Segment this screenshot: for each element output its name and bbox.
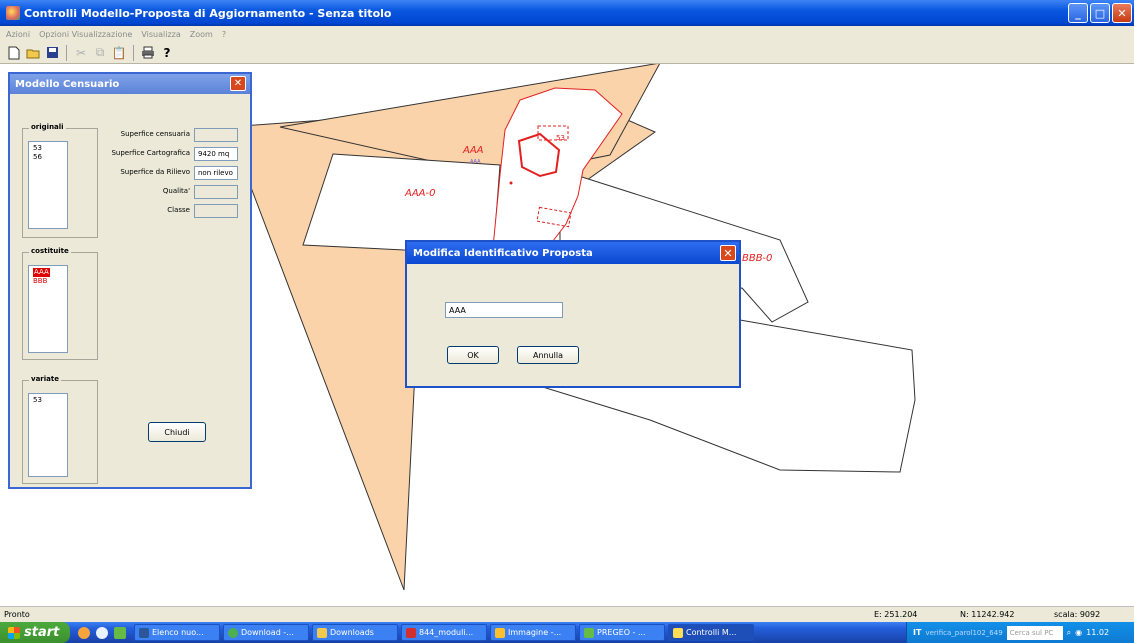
- variate-group: variate 53: [22, 375, 98, 484]
- menu-opzioni-visualizzazione[interactable]: Opzioni Visualizzazione: [39, 30, 132, 39]
- taskbar: start Elenco nuo... Download -... Downlo…: [0, 622, 1134, 643]
- list-item-selected[interactable]: AAA: [33, 268, 50, 277]
- dialog-title: Modifica Identificativo Proposta: [413, 247, 593, 259]
- status-scala: scala: 9092: [1054, 610, 1101, 619]
- status-n-coordinate: N: 11242.942: [960, 610, 1015, 619]
- taskbar-item-pregeo[interactable]: PREGEO - ...: [579, 624, 665, 641]
- modello-censuario-panel: Modello Censuario ✕ originali 53 56 Supe…: [8, 72, 252, 489]
- quicklaunch-pregeo-icon[interactable]: [114, 626, 126, 639]
- label-53: 53: [556, 134, 565, 142]
- list-item[interactable]: 56: [33, 153, 63, 162]
- maximize-button[interactable]: □: [1090, 3, 1110, 23]
- copy-icon[interactable]: ⧉: [92, 45, 108, 61]
- field-superfice-rilievo: non rilevo: [194, 166, 238, 180]
- dialog-close-button[interactable]: ✕: [720, 245, 736, 261]
- paste-icon[interactable]: 📋: [111, 45, 127, 61]
- minimize-button[interactable]: _: [1068, 3, 1088, 23]
- tray-search-input[interactable]: Cerca sul PC: [1006, 625, 1063, 640]
- clock: 11.02: [1086, 628, 1110, 637]
- paint-icon: [495, 627, 505, 638]
- status-text: Pronto: [4, 610, 30, 619]
- originali-label: originali: [29, 123, 66, 131]
- tray-file-label: verifica_parol102_649: [925, 628, 1003, 637]
- modifica-identificativo-dialog: Modifica Identificativo Proposta ✕ AAA O…: [405, 240, 741, 388]
- annulla-button[interactable]: Annulla: [517, 346, 579, 364]
- costituite-group: costituite AAA BBB: [22, 247, 98, 360]
- close-button[interactable]: ✕: [1112, 3, 1132, 23]
- costituite-label: costituite: [29, 247, 71, 255]
- save-disk-icon[interactable]: [44, 45, 60, 61]
- taskbar-item-downloads[interactable]: Downloads: [312, 624, 398, 641]
- list-item[interactable]: 53: [33, 396, 63, 405]
- menu-help[interactable]: ?: [222, 30, 226, 39]
- pregeo-icon: [584, 627, 594, 638]
- controlli-icon: [673, 627, 683, 638]
- variate-list[interactable]: 53: [28, 393, 68, 477]
- start-button[interactable]: start: [0, 622, 70, 643]
- toolbar-separator: [133, 44, 134, 61]
- language-indicator[interactable]: IT: [913, 628, 921, 637]
- variate-label: variate: [29, 375, 61, 383]
- folder-icon: [317, 627, 327, 638]
- statusbar: Pronto E: 251.204 N: 11242.942 scala: 90…: [0, 606, 1134, 622]
- label-aaa-small: AAA: [470, 159, 481, 165]
- menu-azioni[interactable]: Azioni: [6, 30, 30, 39]
- app-icon: [6, 6, 20, 20]
- chrome-icon: [228, 627, 238, 638]
- chiudi-button[interactable]: Chiudi: [148, 422, 206, 442]
- panel-close-button[interactable]: ✕: [230, 76, 246, 91]
- pdf-icon: [406, 627, 416, 638]
- word-icon: [139, 627, 149, 638]
- field-superfice-cartografica: 9420 mq: [194, 147, 238, 161]
- field-qualita: [194, 185, 238, 199]
- quicklaunch-browser-icon[interactable]: [96, 626, 108, 639]
- quicklaunch-app-icon[interactable]: [78, 626, 90, 639]
- cut-icon[interactable]: ✂: [73, 45, 89, 61]
- originali-list[interactable]: 53 56: [28, 141, 68, 229]
- list-item[interactable]: BBB: [33, 277, 63, 286]
- open-folder-icon[interactable]: [25, 45, 41, 61]
- field-label-superfice-rilievo: Superfice da Rilievo: [120, 168, 190, 176]
- start-label: start: [24, 625, 60, 640]
- field-label-superfice-censuaria: Superfice censuaria: [120, 130, 190, 138]
- menu-visualizza[interactable]: Visualizza: [141, 30, 180, 39]
- menu-zoom[interactable]: Zoom: [190, 30, 213, 39]
- costituite-list[interactable]: AAA BBB: [28, 265, 68, 353]
- label-aaa-0: AAA-0: [404, 188, 436, 199]
- field-label-qualita: Qualita': [162, 187, 190, 195]
- field-superfice-censuaria: [194, 128, 238, 142]
- menubar: Azioni Opzioni Visualizzazione Visualizz…: [0, 26, 1134, 42]
- panel-title: Modello Censuario: [15, 78, 120, 90]
- window-titlebar: Controlli Modello-Proposta di Aggiorname…: [0, 0, 1134, 26]
- taskbar-item-download[interactable]: Download -...: [223, 624, 309, 641]
- point-marker: [509, 181, 513, 185]
- quick-launch: [70, 626, 134, 639]
- toolbar: ✂ ⧉ 📋 ?: [0, 42, 1134, 64]
- identificativo-input[interactable]: AAA: [445, 302, 563, 318]
- field-label-superfice-cartografica: Superfice Cartografica: [111, 149, 190, 157]
- field-label-classe: Classe: [167, 206, 190, 214]
- panel-titlebar: Modello Censuario ✕: [10, 74, 250, 94]
- help-icon[interactable]: ?: [159, 45, 175, 61]
- taskbar-item-controlli[interactable]: Controlli M...: [668, 624, 754, 641]
- label-aaa-top: AAA: [462, 145, 484, 156]
- ok-button[interactable]: OK: [447, 346, 499, 364]
- originali-group: originali 53 56: [22, 123, 98, 238]
- print-icon[interactable]: [140, 45, 156, 61]
- search-icon[interactable]: ⌕: [1067, 628, 1071, 638]
- new-file-icon[interactable]: [6, 45, 22, 61]
- network-icon[interactable]: ◉: [1075, 628, 1082, 637]
- taskbar-item-immagine[interactable]: Immagine -...: [490, 624, 576, 641]
- window-title: Controlli Modello-Proposta di Aggiorname…: [24, 6, 392, 20]
- label-bbb-0: BBB-0: [742, 253, 772, 264]
- list-item[interactable]: 53: [33, 144, 63, 153]
- system-tray: IT verifica_parol102_649 Cerca sul PC ⌕ …: [906, 622, 1134, 643]
- field-classe: [194, 204, 238, 218]
- status-e-coordinate: E: 251.204: [874, 610, 918, 619]
- dialog-titlebar: Modifica Identificativo Proposta ✕: [407, 242, 739, 264]
- taskbar-item-moduli[interactable]: 844_moduli...: [401, 624, 487, 641]
- toolbar-separator: [66, 44, 67, 61]
- windows-flag-icon: [8, 626, 20, 639]
- taskbar-item-elenco[interactable]: Elenco nuo...: [134, 624, 220, 641]
